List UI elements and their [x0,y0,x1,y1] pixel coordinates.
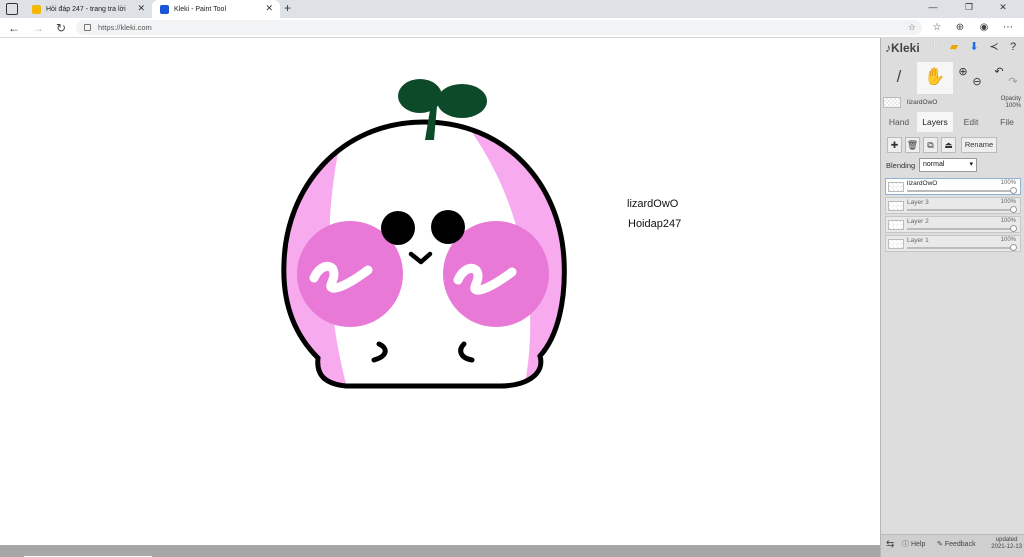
tab-actions-icon[interactable] [6,3,18,15]
collections-icon[interactable]: ⊕ [952,21,968,35]
close-tab-icon[interactable]: ✕ [137,4,145,13]
lock-icon [84,24,91,31]
reload-icon[interactable]: ↻ [53,20,69,36]
redo-icon[interactable]: ↷ [1007,76,1019,88]
tab-title: Hỏi đáp 247 - trang tra lời [46,5,126,13]
hoidap-favicon-icon [32,4,41,14]
share-icon[interactable]: ≺ [987,41,1001,54]
layer-name: Layer 1 [907,237,929,244]
delete-layer-button[interactable]: 🗑 [905,137,920,153]
tool-row: / ✋ ⊕ ⊖ ↶ ↷ [881,62,1024,94]
layer-opacity-slider[interactable] [907,228,1011,230]
drawing-artwork [281,79,567,389]
tab-hand[interactable]: Hand [881,112,917,132]
layer-opacity-knob[interactable] [1010,206,1017,213]
current-layer-header: lizardOwO Opacity 100% [881,94,1024,111]
layer-opacity: 100% [1000,218,1016,224]
canvas-text-hoidap: Hoidap247 [628,218,682,230]
layer-name: Layer 2 [907,218,929,225]
zoom-in-icon[interactable]: ⊕ [957,66,969,78]
minimize-icon[interactable]: — [918,2,948,12]
feedback-button[interactable]: ✎ Feedback [937,540,976,550]
restore-icon[interactable]: ❐ [954,2,984,13]
profile-avatar-icon[interactable]: ◉ [976,21,992,35]
kleki-side-panel: ♪Kleki ▯ ▰ ⬇ ≺ ? / ✋ ⊕ ⊖ ↶ ↷ lizardOwO O… [880,38,1024,557]
kleki-logo: ♪Kleki [885,41,920,55]
new-image-icon[interactable]: ▯ [929,41,943,54]
duplicate-layer-button[interactable]: ⧉ [923,137,938,153]
browser-tab-hoidap[interactable]: Hỏi đáp 247 - trang tra lời ✕ [24,0,152,18]
layer-thumbnail [888,182,904,192]
layer-name: lizardOwO [907,180,938,187]
canvas-text-lizard: lizardOwO [627,198,679,210]
tab-title: Kleki - Paint Tool [174,5,227,13]
plus-icon[interactable]: + [284,1,291,15]
tab-layers[interactable]: Layers [917,112,953,132]
hand-icon: ✋ [924,67,946,86]
merge-layer-button[interactable]: ⏏ [941,137,956,153]
forward-arrow-icon[interactable]: → [30,20,46,36]
blending-select[interactable]: normal ▾ [919,158,977,172]
close-tab-icon[interactable]: ✕ [265,4,273,13]
url-text: https://kleki.com [98,23,152,32]
layer-opacity-knob[interactable] [1010,225,1017,232]
favorites-icon[interactable]: ☆ [929,21,945,35]
layer-thumbnail [888,201,904,211]
add-layer-button[interactable]: ✚ [887,137,902,153]
layer-opacity: 100% [1000,199,1016,205]
browser-tab-bar: Hỏi đáp 247 - trang tra lời ✕ Kleki - Pa… [0,0,1024,18]
url-bar[interactable]: https://kleki.com ☆ [76,20,922,35]
drawing-canvas[interactable]: lizardOwO Hoidap247 [0,38,880,545]
favorite-star-icon[interactable]: ☆ [908,20,916,35]
layer-opacity-slider[interactable] [907,209,1011,211]
left-eye [381,211,415,245]
more-menu-icon[interactable]: ⋯ [1000,21,1016,35]
help-circle-icon: ⓘ [902,541,909,548]
layer-item[interactable]: Layer 1 100% [885,235,1021,252]
layers-section: ✚ 🗑 ⧉ ⏏ Rename Blending normal ▾ lizardO… [881,132,1024,262]
zoom-out-icon[interactable]: ⊖ [971,76,983,88]
layer-opacity-slider[interactable] [907,247,1011,249]
chevron-down-icon: ▾ [969,161,973,168]
right-eye [431,210,465,244]
open-folder-icon[interactable]: ▰ [947,41,961,54]
download-icon[interactable]: ⬇ [967,41,981,54]
brush-icon: / [896,67,902,86]
tab-file[interactable]: File [989,112,1024,132]
tab-edit[interactable]: Edit [953,112,989,132]
updated-info: updated 2021-12-13 [991,537,1022,550]
blending-label: Blending [886,161,916,170]
address-toolbar: ← → ↻ https://kleki.com ☆ ☆ ⊕ ◉ ⋯ [0,18,1024,38]
horizontal-scrollbar[interactable] [0,545,880,557]
help-button[interactable]: ⓘ Help [902,540,925,550]
layer-item[interactable]: Layer 3 100% [885,197,1021,214]
layer-thumbnail [888,239,904,249]
back-arrow-icon[interactable]: ← [6,20,22,36]
panel-bottom-bar: ⇆ ⓘ Help ✎ Feedback updated 2021-12-13 [881,534,1024,557]
layer-item[interactable]: Layer 2 100% [885,216,1021,233]
feedback-icon: ✎ [937,541,943,548]
close-icon[interactable]: ✕ [988,2,1018,13]
layer-opacity-knob[interactable] [1010,244,1017,251]
current-layer-name: lizardOwO [907,99,938,106]
layer-opacity: 100% [1000,180,1016,186]
undo-icon[interactable]: ↶ [993,66,1005,78]
hand-tool[interactable]: ✋ [917,62,953,94]
kleki-favicon-icon [160,4,169,14]
rename-button[interactable]: Rename [961,137,997,153]
layer-opacity: 100% [1000,237,1016,243]
brush-tool[interactable]: / [881,62,917,94]
layer-name: Layer 3 [907,199,929,206]
help-circle-icon[interactable]: ? [1006,41,1020,54]
kleki-logo-text: Kleki [891,41,920,55]
swap-arrows-icon[interactable]: ⇆ [886,540,894,550]
panel-tabs: Hand Layers Edit File [881,112,1024,132]
current-layer-thumbnail [883,97,901,108]
browser-tab-kleki[interactable]: Kleki - Paint Tool ✕ [152,0,280,18]
layer-item[interactable]: lizardOwO 100% [885,178,1021,195]
layer-opacity-knob[interactable] [1010,187,1017,194]
layer-thumbnail [888,220,904,230]
layer-opacity-slider[interactable] [907,190,1011,192]
current-layer-opacity: Opacity 100% [1000,96,1021,109]
